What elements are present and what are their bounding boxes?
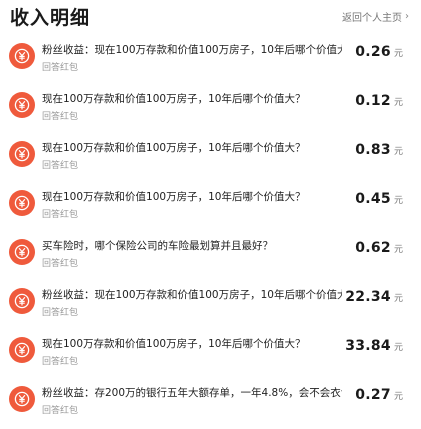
yuan-coin-icon (9, 386, 35, 412)
amount-value: 22.34 (345, 289, 391, 305)
amount-unit: 元 (393, 147, 403, 157)
income-row[interactable]: 买车险时，哪个保险公司的车险最划算并且最好？ 回答红包 0.62 元 (0, 232, 421, 281)
amount-unit: 元 (393, 245, 403, 255)
income-source: 回答红包 (42, 210, 79, 220)
yuan-coin-icon (9, 43, 35, 69)
yuan-coin-icon (9, 239, 35, 265)
amount-value: 0.45 (355, 191, 391, 207)
income-amount: 0.12 元 (355, 93, 403, 109)
income-amount: 0.62 元 (355, 240, 403, 256)
amount-value: 0.83 (355, 142, 391, 158)
income-source: 回答红包 (42, 112, 79, 122)
yuan-coin-icon (9, 337, 35, 363)
yuan-coin-icon (9, 288, 35, 314)
amount-value: 0.27 (355, 387, 391, 403)
income-amount: 22.34 元 (345, 289, 403, 305)
page-title: 收入明细 (10, 7, 91, 29)
income-title: 现在100万存款和价值100万房子，10年后哪个价值大？ (42, 93, 306, 105)
income-amount: 33.84 元 (345, 338, 403, 354)
back-to-profile-label: 返回个人主页 (342, 13, 402, 24)
income-amount: 0.83 元 (355, 142, 403, 158)
income-amount: 0.27 元 (355, 387, 403, 403)
amount-value: 0.62 (355, 240, 391, 256)
income-source: 回答红包 (42, 259, 79, 269)
amount-unit: 元 (393, 98, 403, 108)
amount-value: 0.26 (355, 44, 391, 60)
yuan-coin-icon (9, 190, 35, 216)
income-title: 粉丝收益：存200万的银行五年大额存单，一年4.8%，会不会衣食无… (42, 387, 342, 399)
income-title: 现在100万存款和价值100万房子，10年后哪个价值大？ (42, 338, 306, 350)
income-source: 回答红包 (42, 161, 79, 171)
income-title: 粉丝收益：现在100万存款和价值100万房子，10年后哪个价值大？ (42, 289, 342, 301)
header: 收入明细 返回个人主页 › (0, 0, 421, 32)
yuan-coin-icon (9, 141, 35, 167)
amount-unit: 元 (393, 294, 403, 304)
income-row[interactable]: 粉丝收益：存200万的银行五年大额存单，一年4.8%，会不会衣食无… 回答红包 0.… (0, 379, 421, 428)
amount-value: 0.12 (355, 93, 391, 109)
income-title: 现在100万存款和价值100万房子，10年后哪个价值大？ (42, 191, 306, 203)
income-list: 粉丝收益：现在100万存款和价值100万房子，10年后哪个价值大？ 回答红包 0.2… (0, 36, 421, 428)
income-source: 回答红包 (42, 63, 79, 73)
amount-unit: 元 (393, 49, 403, 59)
income-row[interactable]: 粉丝收益：现在100万存款和价值100万房子，10年后哪个价值大？ 回答红包 22.… (0, 281, 421, 330)
income-title: 买车险时，哪个保险公司的车险最划算并且最好？ (42, 240, 273, 252)
income-row[interactable]: 现在100万存款和价值100万房子，10年后哪个价值大？ 回答红包 0.45 元 (0, 183, 421, 232)
income-row[interactable]: 现在100万存款和价值100万房子，10年后哪个价值大？ 回答红包 0.83 元 (0, 134, 421, 183)
income-amount: 0.45 元 (355, 191, 403, 207)
income-source: 回答红包 (42, 308, 79, 318)
amount-unit: 元 (393, 196, 403, 206)
amount-value: 33.84 (345, 338, 391, 354)
income-source: 回答红包 (42, 357, 79, 367)
income-amount: 0.26 元 (355, 44, 403, 60)
back-to-profile-link[interactable]: 返回个人主页 › (342, 9, 409, 24)
income-row[interactable]: 粉丝收益：现在100万存款和价值100万房子，10年后哪个价值大？ 回答红包 0.2… (0, 36, 421, 85)
income-row[interactable]: 现在100万存款和价值100万房子，10年后哪个价值大？ 回答红包 0.12 元 (0, 85, 421, 134)
income-row[interactable]: 现在100万存款和价值100万房子，10年后哪个价值大？ 回答红包 33.84 元 (0, 330, 421, 379)
income-source: 回答红包 (42, 406, 79, 416)
amount-unit: 元 (393, 343, 403, 353)
income-title: 现在100万存款和价值100万房子，10年后哪个价值大？ (42, 142, 306, 154)
chevron-right-icon: › (405, 11, 409, 22)
yuan-coin-icon (9, 92, 35, 118)
income-title: 粉丝收益：现在100万存款和价值100万房子，10年后哪个价值大？ (42, 44, 342, 56)
amount-unit: 元 (393, 392, 403, 402)
